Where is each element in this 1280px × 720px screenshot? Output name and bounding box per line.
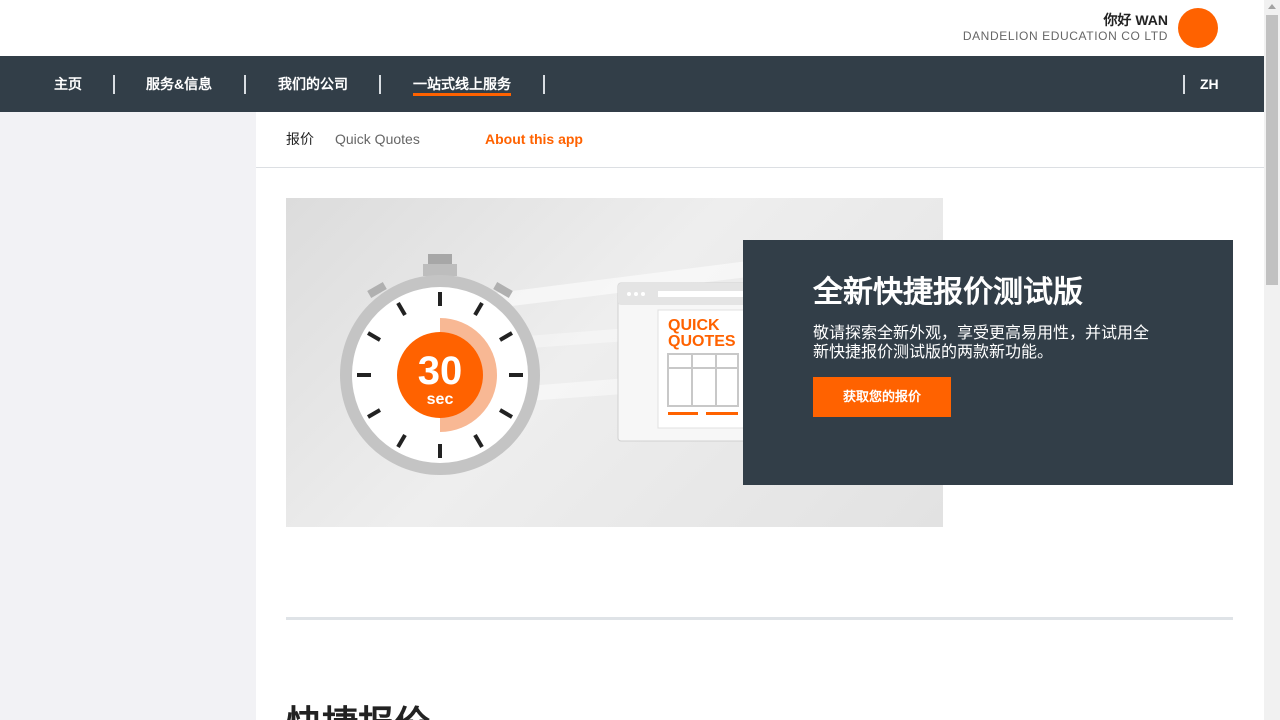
sidebar (0, 112, 256, 720)
promo-title: 全新快捷报价测试版 (813, 276, 1083, 309)
nav-item-home[interactable]: 主页 (54, 56, 82, 112)
card-line-2: QUOTES (668, 333, 736, 350)
nav-divider (379, 75, 381, 94)
get-quote-button[interactable]: 获取您的报价 (813, 377, 951, 417)
nav-item-online-services[interactable]: 一站式线上服务 (413, 56, 511, 112)
language-switch[interactable]: ZH (1200, 56, 1219, 112)
main-content: 报价 Quick Quotes About this app QUICK QUO… (256, 112, 1264, 720)
timer-number: 30 (418, 349, 463, 393)
scroll-up-arrow-icon[interactable] (1268, 4, 1276, 9)
promo-panel: 全新快捷报价测试版 敬请探索全新外观，享受更高易用性，并试用全新快捷报价测试版的… (743, 240, 1233, 485)
timer-unit: sec (427, 391, 454, 408)
stopwatch-icon: 30 sec (340, 254, 540, 475)
subnav-about-app[interactable]: About this app (485, 130, 583, 148)
nav-item-company[interactable]: 我们的公司 (278, 56, 348, 112)
main-nav: 主页 服务&信息 我们的公司 一站式线上服务 ZH (0, 56, 1264, 112)
card-line-1: QUICK (668, 317, 720, 334)
nav-divider (113, 75, 115, 94)
promo-description: 敬请探索全新外观，享受更高易用性，并试用全新快捷报价测试版的两款新功能。 (813, 325, 1150, 361)
section-title: 快捷报价 (286, 704, 430, 720)
nav-divider (543, 75, 545, 94)
nav-divider (1183, 75, 1185, 94)
subnav-quick-quotes[interactable]: Quick Quotes (335, 130, 420, 148)
nav-item-services[interactable]: 服务&信息 (146, 56, 212, 112)
company-name: DANDELION EDUCATION CO LTD (962, 29, 1168, 43)
greeting-text: 你好 WAN (1103, 12, 1168, 28)
nav-divider (244, 75, 246, 94)
user-greeting: 你好 WAN DANDELION EDUCATION CO LTD (963, 12, 1168, 43)
scrollbar-thumb[interactable] (1266, 15, 1278, 285)
avatar[interactable] (1178, 8, 1218, 48)
section-divider (286, 617, 1233, 620)
subnav-quote[interactable]: 报价 (286, 130, 314, 148)
top-bar: 你好 WAN DANDELION EDUCATION CO LTD (0, 0, 1264, 56)
page-scrollbar[interactable] (1264, 0, 1280, 720)
sub-nav: 报价 Quick Quotes About this app (256, 112, 1264, 168)
quick-quotes-window: QUICK QUOTES (617, 282, 759, 442)
